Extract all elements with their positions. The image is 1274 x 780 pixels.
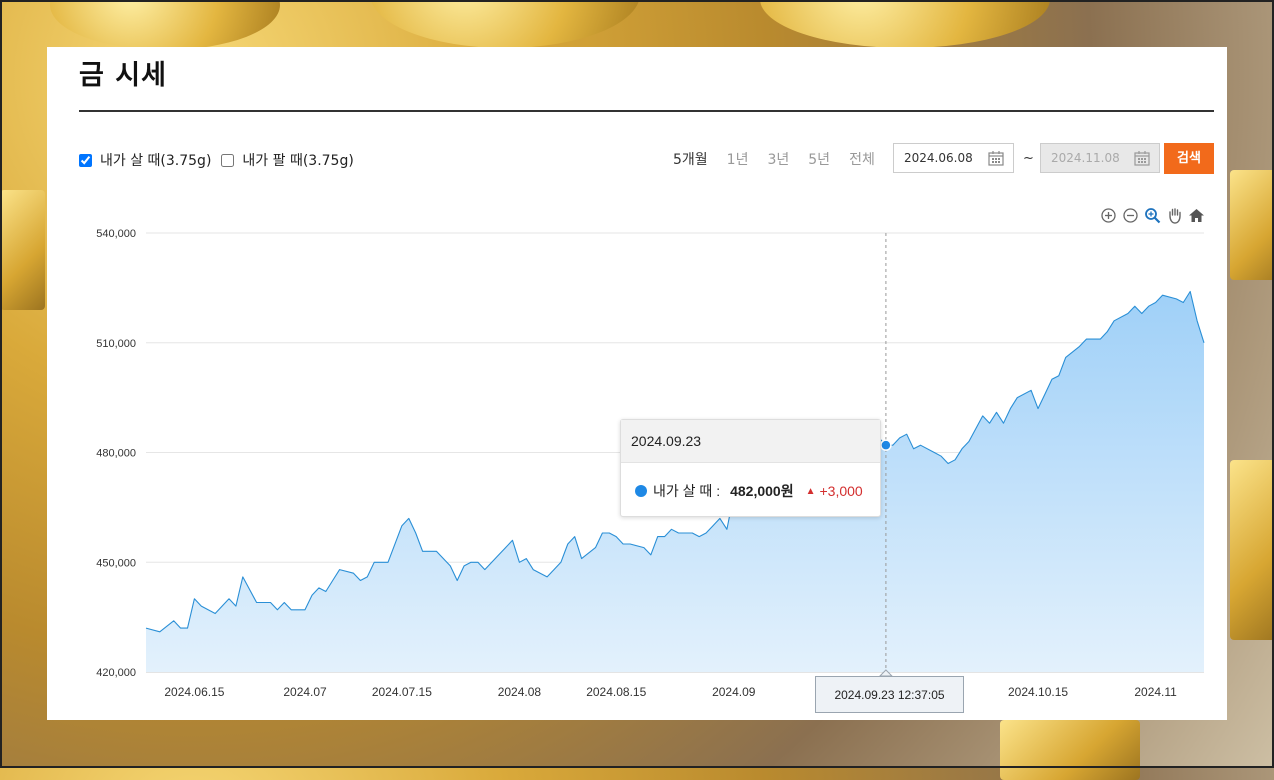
background-gold-coin <box>760 0 1050 48</box>
y-tick-label: 450,000 <box>96 557 136 569</box>
x-tick-label: 2024.10.15 <box>1008 685 1068 699</box>
y-tick-label: 480,000 <box>96 448 136 460</box>
x-tick-label: 2024.11 <box>1134 685 1177 699</box>
x-tick-label: 2024.07.15 <box>372 685 432 699</box>
tooltip-change: +3,000 <box>819 483 863 499</box>
background-gold-bar <box>1000 720 1140 780</box>
x-tick-label: 2024.08.15 <box>586 685 646 699</box>
y-tick-label: 510,000 <box>96 338 136 350</box>
background-gold-bar <box>1230 460 1274 640</box>
tooltip-date: 2024.09.23 <box>621 420 880 463</box>
tooltip-series-label: 내가 살 때 : <box>653 483 721 499</box>
tooltip-body: 내가 살 때 : 482,000원 ▲ +3,000 <box>621 463 880 501</box>
y-tick-label: 540,000 <box>96 228 136 240</box>
highlight-point <box>880 439 892 451</box>
x-tick-label: 2024.07 <box>283 685 327 699</box>
background-gold-coin <box>370 0 640 48</box>
background-gold-bar <box>1230 170 1274 280</box>
series-dot-icon <box>635 485 647 497</box>
gold-price-chart: 420,000 450,000 480,000 510,000 540,000 2024.… <box>96 228 1205 699</box>
up-triangle-icon: ▲ <box>805 485 816 497</box>
x-tick-label: 2024.09 <box>712 685 756 699</box>
background-gold-coin <box>50 0 280 50</box>
chart-tooltip: 2024.09.23 내가 살 때 : 482,000원 ▲ +3,000 <box>620 419 881 517</box>
y-tick-label: 420,000 <box>96 667 136 679</box>
x-tick-label: 2024.08 <box>498 685 542 699</box>
gold-price-panel: 금 시세 내가 살 때(3.75g) 내가 팔 때(3.75g) 5개월 1년 … <box>47 47 1227 720</box>
crosshair-date-label: 2024.09.23 12:37:05 <box>815 676 964 713</box>
tooltip-value: 482,000원 <box>730 483 794 499</box>
x-tick-label: 2024.06.15 <box>164 685 224 699</box>
background-gold-bar <box>0 190 45 310</box>
